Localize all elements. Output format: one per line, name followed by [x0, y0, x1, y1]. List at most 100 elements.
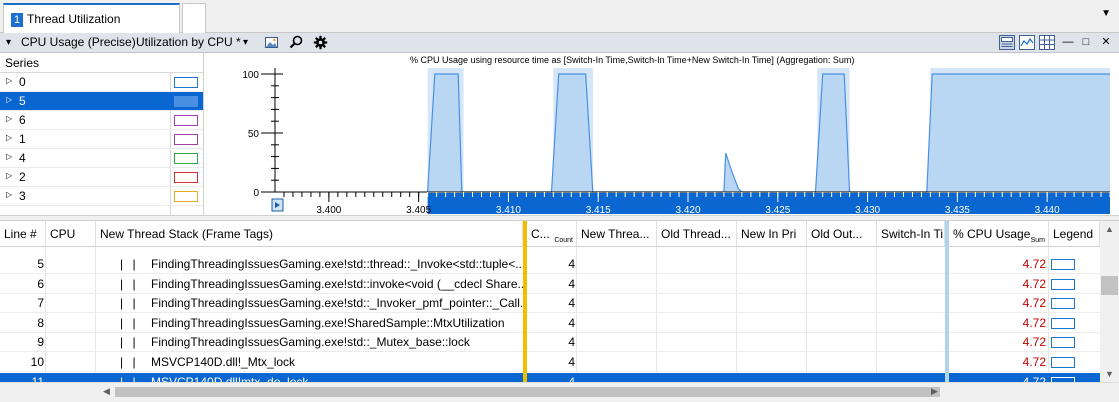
tree-guide: | | — [120, 296, 139, 311]
column-header-label: Line # — [4, 227, 37, 241]
tab-thread-utilization[interactable]: 1 Thread Utilization — [3, 3, 180, 33]
column-header[interactable]: Old Out... — [807, 221, 877, 247]
series-item[interactable]: ▷ 4 — [0, 149, 203, 168]
column-header-label: % CPU Usage — [953, 227, 1031, 241]
column-header[interactable]: CPU — [46, 221, 96, 247]
tree-guide: | | — [120, 355, 139, 369]
series-color-swatch[interactable] — [174, 77, 198, 88]
count-value: 4 — [568, 257, 575, 271]
expand-icon[interactable]: ▷ — [6, 95, 12, 104]
expand-icon[interactable]: ▷ — [6, 76, 12, 85]
graph-only-view-icon[interactable] — [1019, 35, 1035, 50]
legend-color-swatch — [1051, 278, 1075, 290]
preset-dropdown-icon[interactable]: ▾ — [243, 35, 248, 50]
vertical-scrollbar[interactable] — [1100, 221, 1119, 382]
stack-frame: MSVCP140D.dll!mtx_do_lock — [151, 374, 309, 382]
series-label: 5 — [19, 94, 26, 108]
gold-grouping-bar[interactable] — [523, 221, 527, 382]
horizontal-scroll-thumb[interactable] — [115, 387, 940, 397]
series-item[interactable]: ▷ 1 — [0, 130, 203, 149]
x-tick-label: 3.425 — [765, 205, 790, 215]
graph-toolbar: ▾ CPU Usage (Precise) Utilization by CPU… — [0, 33, 1119, 53]
legend-color-swatch — [1051, 259, 1075, 270]
column-header[interactable]: Old Thread... — [657, 221, 737, 247]
count-value: 4 — [568, 276, 575, 291]
column-header[interactable]: New Thread Stack (Frame Tags) — [96, 221, 523, 247]
series-color-swatch[interactable] — [174, 96, 198, 107]
preset-selector[interactable]: Utilization by CPU * — [136, 35, 241, 50]
scroll-left-icon[interactable]: ◀ — [103, 386, 110, 397]
count-value: 4 — [568, 355, 575, 369]
series-color-swatch[interactable] — [174, 172, 198, 183]
expand-icon[interactable]: ▷ — [6, 133, 12, 142]
column-header[interactable]: % CPU Usage Sum — [949, 221, 1049, 247]
series-item[interactable]: ▷ 2 — [0, 168, 203, 187]
stack-frame: FindingThreadingIssuesGaming.exe!std::_I… — [151, 296, 523, 311]
series-item[interactable]: ▷ 6 — [0, 111, 203, 130]
series-color-swatch[interactable] — [174, 134, 198, 145]
cpu-usage-value: 4.72 — [1022, 355, 1046, 369]
tab-list-dropdown-icon[interactable]: ▼ — [1101, 8, 1111, 19]
column-header[interactable]: Line # — [0, 221, 46, 247]
scroll-right-icon[interactable]: ▶ — [931, 386, 938, 397]
series-color-swatch[interactable] — [174, 191, 198, 202]
search-icon[interactable] — [289, 35, 304, 50]
series-color-swatch[interactable] — [174, 153, 198, 164]
series-item[interactable]: ▷ 3 — [0, 187, 203, 206]
table-row[interactable]: 5 | | FindingThreadingIssuesGaming.exe!std… — [0, 255, 1100, 274]
vertical-scroll-thumb[interactable] — [1101, 276, 1118, 295]
table-only-view-icon[interactable] — [1039, 35, 1055, 50]
minimize-icon[interactable]: — — [1061, 35, 1075, 50]
column-header[interactable]: New Threa... — [577, 221, 657, 247]
x-tick-label: 3.405 — [406, 205, 431, 215]
table-row[interactable]: 7 | | FindingThreadingIssuesGaming.exe!std… — [0, 294, 1100, 314]
chart-panel[interactable]: % CPU Usage using resource time as [Swit… — [205, 53, 1119, 215]
stack-frame: FindingThreadingIssuesGaming.exe!std::th… — [151, 257, 523, 271]
column-header-label: New Thread Stack (Frame Tags) — [100, 227, 273, 241]
series-item[interactable]: ▷ 0 — [0, 73, 203, 92]
tab-strip: 1 Thread Utilization ▼ — [0, 0, 1119, 33]
column-header[interactable]: New In Pri — [737, 221, 807, 247]
scroll-down-icon[interactable]: ▼ — [1105, 369, 1114, 379]
column-header[interactable]: Switch-In Ti — [877, 221, 945, 247]
x-tick-label: 3.430 — [855, 205, 880, 215]
expand-icon[interactable]: ▷ — [6, 190, 12, 199]
tree-guide: | | — [120, 257, 139, 271]
table-row[interactable]: 10 | | MSVCP140D.dll!_Mtx_lock 4 4.72 — [0, 353, 1100, 372]
graph-name[interactable]: CPU Usage (Precise) — [21, 35, 136, 50]
table-row[interactable]: 11 | | MSVCP140D.dll!mtx_do_lock 4 4.72 — [0, 372, 1100, 382]
series-item[interactable]: ▷ 5 — [0, 92, 203, 111]
series-color-swatch[interactable] — [174, 115, 198, 126]
scroll-up-icon[interactable]: ▲ — [1105, 224, 1114, 234]
table-row[interactable]: 8 | | FindingThreadingIssuesGaming.exe!Sha… — [0, 314, 1100, 333]
collapse-graph-icon[interactable]: ▾ — [6, 35, 11, 50]
expand-icon[interactable]: ▷ — [6, 152, 12, 161]
column-header[interactable]: C... Count — [527, 221, 577, 247]
maximize-icon[interactable]: □ — [1079, 35, 1093, 50]
close-icon[interactable]: ✕ — [1099, 35, 1113, 50]
column-header-label: Old Out... — [811, 227, 863, 241]
cpu-usage-value: 4.72 — [1022, 315, 1046, 330]
legend-color-swatch — [1051, 298, 1075, 310]
image-icon[interactable] — [264, 35, 279, 50]
x-tick-label: 3.420 — [675, 205, 700, 215]
y-tick-label: 50 — [248, 129, 260, 140]
table-row[interactable]: 9 | | FindingThreadingIssuesGaming.exe!std… — [0, 333, 1100, 353]
column-header[interactable]: Legend — [1049, 221, 1100, 247]
new-tab-button[interactable] — [182, 3, 206, 33]
cpu-usage-chart[interactable]: % CPU Usage using resource time as [Swit… — [205, 53, 1119, 215]
expand-icon[interactable]: ▷ — [6, 114, 12, 123]
table-row[interactable]: 6 | | FindingThreadingIssuesGaming.exe!std… — [0, 275, 1100, 294]
stack-frame: FindingThreadingIssuesGaming.exe!std::_M… — [151, 335, 470, 350]
graph-and-table-view-icon[interactable] — [999, 35, 1015, 50]
series-label: 3 — [19, 189, 26, 203]
series-label: 4 — [19, 151, 26, 165]
line-number: 7 — [37, 296, 44, 311]
x-tick-label: 3.415 — [586, 205, 611, 215]
graphing-bar[interactable] — [945, 221, 949, 382]
x-tick-label: 3.440 — [1035, 205, 1060, 215]
stack-frame: MSVCP140D.dll!_Mtx_lock — [151, 355, 296, 369]
chart-title: % CPU Usage using resource time as [Swit… — [410, 55, 854, 65]
gear-icon[interactable] — [313, 35, 328, 50]
expand-icon[interactable]: ▷ — [6, 171, 12, 180]
